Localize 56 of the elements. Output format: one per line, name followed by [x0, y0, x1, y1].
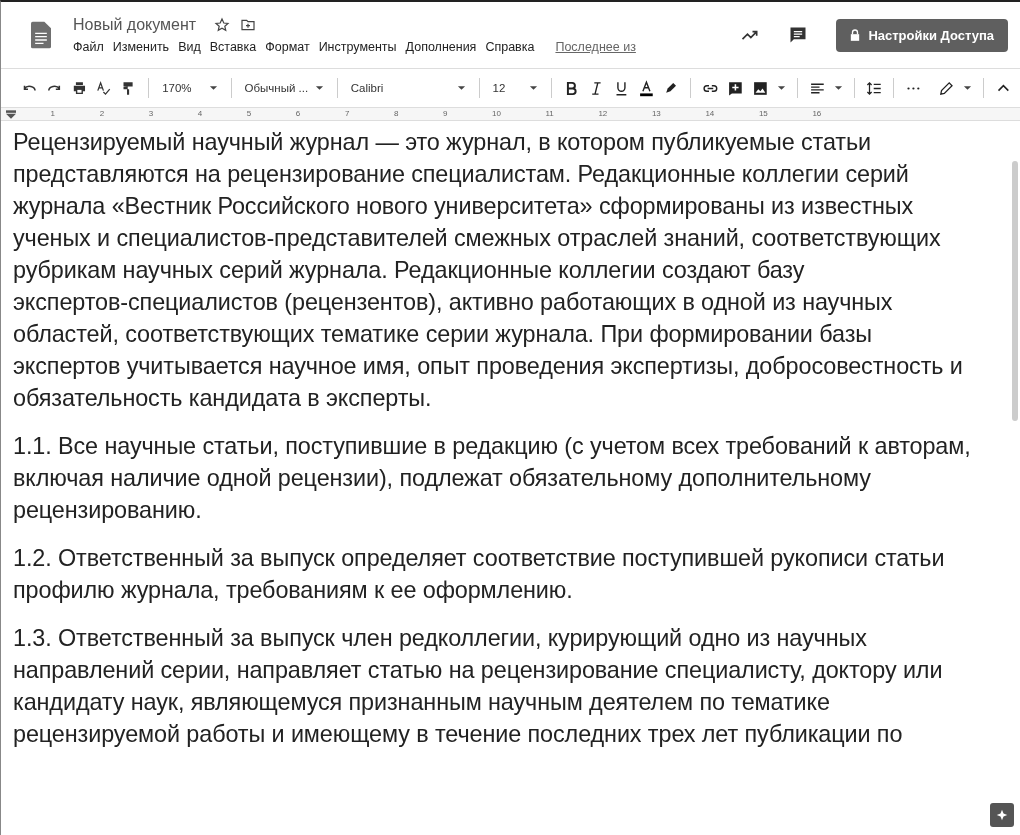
menu-item[interactable]: Изменить	[112, 40, 170, 54]
menu-item[interactable]: Формат	[265, 40, 310, 54]
ruler-number: 2	[99, 109, 105, 119]
share-button[interactable]: Настройки Доступа	[836, 18, 1008, 52]
paragraph: 1.2. Ответственный за выпуск определяет соответствие поступившей рукописи статьи профилю журнала, требованиям к ее оформлению.	[13, 544, 945, 605]
ruler-number: 6	[295, 109, 301, 119]
image-icon[interactable]	[751, 79, 769, 97]
ruler-number: 1	[50, 109, 56, 119]
ruler-number: 8	[393, 109, 399, 119]
explore-button[interactable]	[990, 803, 1014, 827]
caret-icon[interactable]	[963, 85, 972, 91]
pencil-icon[interactable]	[938, 79, 955, 97]
paragraph: 1.3. Ответственный за выпуск член редколлегии, курирующий одно из научных направлений серии, направляет статью на рецензирование специалисту, доктору или кандидату наук, являющемуся признанным научным деятелем по тематике рецензируемой работы и имеющему в течение последних трех лет публикации по	[13, 624, 943, 749]
paragraph: 1.1. Все научные статьи, поступившие в редакцию (с учетом всех требований к авторам, включая наличие одной рецензии), подлежат обязательному дополнительному рецензированию.	[13, 432, 971, 525]
menu-item[interactable]: Вид	[178, 40, 201, 54]
caret-icon[interactable]	[833, 85, 843, 91]
menu-item[interactable]: Файл	[73, 40, 104, 54]
indent-marker-icon[interactable]	[6, 109, 16, 119]
comment-icon[interactable]	[788, 25, 809, 45]
spellcheck-icon[interactable]	[95, 79, 113, 97]
menu-item[interactable]: Справка	[485, 40, 535, 54]
font-size-dropdown[interactable]: 12	[490, 82, 541, 94]
ruler-number: 3	[148, 109, 154, 119]
ruler-number: 11	[545, 109, 554, 119]
caret-icon	[314, 85, 324, 91]
menu-item[interactable]: Дополнения	[405, 40, 477, 54]
ruler-number: 9	[442, 109, 448, 119]
menu-item[interactable]: Вставка	[209, 40, 257, 54]
lock-icon	[850, 29, 861, 41]
ruler-number: 14	[705, 109, 715, 119]
zoom-dropdown[interactable]: 170%	[160, 82, 220, 94]
ruler-number: 4	[197, 109, 203, 119]
caret-icon	[208, 85, 218, 91]
style-dropdown[interactable]: Обычный ...	[242, 82, 326, 94]
folder-icon[interactable]	[240, 17, 257, 33]
ruler-number: 10	[492, 109, 501, 119]
caret-icon	[529, 85, 539, 91]
paragraph: Рецензируемый научный журнал — это журнал, в котором публикуемые статьи представляются на рецензирование специалистам. Редакционные коллегии серий журнала «Вестник Российского нового университета» сформированы из известных ученых и специалистов-представителей смежных отраслей знаний, соответствующих рубрикам научных серий журнала. Редакционные коллегии создают базу экспертов-специалистов (рецензентов), активно работающих в одной из научных областей, соответствующих тематике серии журнала. При формировании базы экспертов учитывается научное имя, опыт проведения экспертизы, добросовестность и обязательность кандидата в эксперты.	[13, 128, 963, 413]
ruler-number: 13	[651, 109, 661, 119]
menu-item[interactable]: Инструменты	[318, 40, 397, 54]
font-dropdown[interactable]: Calibri	[348, 82, 468, 94]
ruler-number: 15	[758, 109, 768, 119]
scrollbar[interactable]	[1012, 161, 1018, 421]
ruler-number: 5	[246, 109, 252, 119]
text-color-icon[interactable]	[637, 79, 655, 97]
star-icon[interactable]	[214, 17, 231, 33]
add-comment-icon[interactable]	[727, 79, 744, 97]
caret-icon[interactable]	[776, 85, 786, 91]
ruler-number: 7	[344, 109, 350, 119]
docs-logo-icon[interactable]	[31, 21, 51, 49]
ruler-number: 16	[812, 109, 822, 119]
caret-icon	[456, 85, 466, 91]
last-edit-link[interactable]: Последнее из	[555, 40, 636, 54]
document-title[interactable]: Новый документ	[73, 16, 197, 34]
ruler-number: 12	[598, 109, 608, 119]
line-spacing-icon[interactable]	[865, 79, 883, 97]
